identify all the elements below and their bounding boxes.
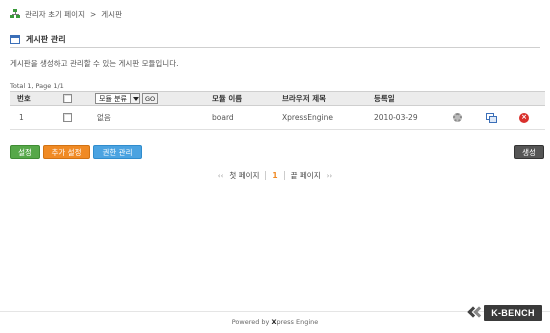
header-category-cell: 모듈 분류 GO [95, 92, 159, 105]
select-all-checkbox[interactable] [63, 94, 72, 103]
last-page-link[interactable]: 끝 페이지 [291, 170, 321, 181]
chevron-down-icon [130, 94, 139, 103]
copy-icon[interactable] [486, 112, 498, 123]
pagination-divider [283, 171, 285, 180]
k-bench-logo: K-BENCH [466, 303, 542, 323]
delete-icon[interactable]: × [519, 112, 529, 123]
watermark-text: K-BENCH [484, 305, 542, 321]
table-header-row: 번호 모듈 분류 GO 모듈 이름 브라우저 제목 등록일 [10, 91, 545, 106]
footer-brand-rest: press Engine [276, 318, 319, 326]
row-browser-title[interactable]: XpressEngine [282, 106, 333, 129]
pagination: ‹‹ 첫 페이지 1 끝 페이지 ›› [0, 170, 550, 181]
category-select[interactable]: 모듈 분류 [95, 93, 140, 104]
gear-icon[interactable] [453, 113, 462, 122]
go-button[interactable]: GO [142, 93, 159, 104]
row-category: 없음 [97, 113, 111, 122]
create-button[interactable]: 생성 [514, 145, 544, 159]
current-page: 1 [272, 171, 278, 180]
row-module-name: board [212, 113, 234, 122]
additional-settings-button[interactable]: 추가 설정 [43, 145, 90, 159]
row-delete-cell: × [519, 106, 529, 129]
pagination-divider [265, 171, 267, 180]
row-regdate: 2010-03-29 [374, 113, 418, 122]
breadcrumb-home-link[interactable]: 관리자 초기 페이지 [25, 9, 85, 20]
first-page-link[interactable]: 첫 페이지 [229, 170, 259, 181]
breadcrumb: 관리자 초기 페이지 > 게시판 [10, 8, 122, 20]
header-divider [10, 47, 540, 48]
window-icon [10, 35, 20, 44]
row-copy-cell [486, 106, 498, 129]
table-row: 1 없음 board XpressEngine 2010-03-29 × [10, 106, 545, 130]
row-checkbox[interactable] [63, 113, 72, 122]
header-checkbox-cell [63, 92, 72, 105]
page-description: 게시판을 생성하고 관리할 수 있는 게시판 모듈입니다. [10, 59, 179, 68]
permissions-button[interactable]: 권한 관리 [93, 145, 142, 159]
header-regdate: 등록일 [374, 94, 395, 103]
breadcrumb-separator: > [89, 9, 97, 19]
total-count: Total 1, Page 1/1 [10, 82, 64, 90]
chevron-left-icon [466, 303, 485, 323]
settings-button[interactable]: 설정 [10, 145, 40, 159]
row-settings-cell [453, 106, 462, 129]
page-title: 게시판 관리 [26, 35, 66, 44]
row-no: 1 [19, 113, 24, 122]
header-no: 번호 [17, 94, 31, 103]
module-table: 번호 모듈 분류 GO 모듈 이름 브라우저 제목 등록일 1 없음 board… [10, 91, 545, 131]
row-checkbox-cell [63, 106, 72, 129]
next-arrow-icon: ›› [326, 171, 333, 180]
header-module-name: 모듈 이름 [212, 94, 243, 103]
section-header: 게시판 관리 [10, 34, 66, 45]
category-select-value: 모듈 분류 [99, 94, 127, 103]
breadcrumb-current[interactable]: 게시판 [101, 9, 122, 20]
sitemap-icon [10, 9, 20, 19]
prev-arrow-icon: ‹‹ [217, 171, 224, 180]
header-browser-title: 브라우저 제목 [282, 94, 327, 103]
footer-prefix: Powered by [231, 318, 270, 326]
